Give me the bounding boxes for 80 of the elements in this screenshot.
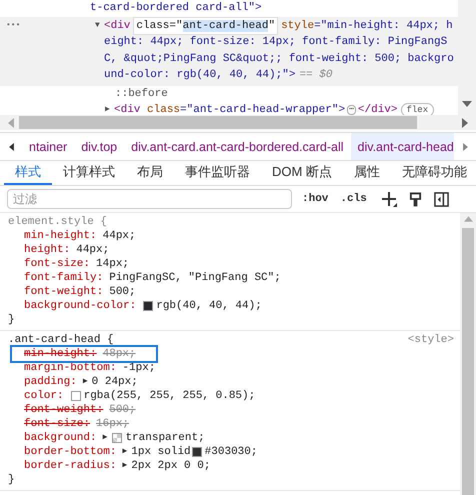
property-name: font-weight:	[24, 403, 104, 417]
property-name: font-size:	[24, 257, 90, 271]
property-value: 44px;	[76, 243, 110, 257]
tab[interactable]: DOM 断点	[261, 161, 343, 185]
property-name: min-height:	[24, 347, 97, 361]
property-name: margin-bottom:	[24, 361, 116, 375]
property-value: 500;	[109, 285, 136, 299]
property-value: 0 24px;	[92, 375, 138, 389]
property-name: background:	[24, 431, 97, 445]
property-name: min-height:	[24, 229, 97, 243]
css-selector: .ant-card-head {	[8, 333, 114, 347]
breadcrumb[interactable]: div.ant-card-head	[350, 133, 454, 160]
tab[interactable]: 事件监听器	[174, 161, 261, 185]
css-declaration[interactable]: background: ▶ transparent;	[8, 431, 454, 445]
expand-icon[interactable]: ▶	[122, 459, 128, 473]
selected-marker: == $0	[299, 68, 332, 83]
property-value: 44px;	[102, 229, 136, 243]
toggle-button[interactable]: .cls	[338, 193, 369, 205]
property-value: 2px 2px 0 0;	[131, 459, 210, 473]
css-declaration[interactable]: height: 44px;	[8, 243, 454, 257]
attribute-text: und-color: rgb(40, 40, 44);">	[104, 68, 296, 83]
css-declaration[interactable]: background-color: rgb(40, 40, 44);	[8, 299, 454, 313]
property-value: PingFangSC, "PingFang SC";	[109, 271, 281, 285]
attribute-text: style="min-height: 44px; h	[281, 18, 453, 34]
tab[interactable]: 布局	[126, 161, 174, 185]
property-value: 1px solid	[131, 445, 191, 459]
pseudo-element[interactable]: ::before	[115, 86, 168, 102]
code-line[interactable]: <div class="ant-card-head-wrapper">	[114, 102, 346, 115]
closing-brace: }	[8, 313, 16, 327]
css-declaration[interactable]: font-size: 16px;	[8, 417, 454, 431]
attribute-text: C, &quot;PingFang SC&quot;; font-weight: 500; backgro	[104, 52, 454, 66]
tab[interactable]: 样式	[4, 161, 52, 185]
css-declaration[interactable]: font-size: 14px;	[8, 257, 454, 271]
property-name: border-radius:	[24, 459, 116, 473]
property-value: 48px;	[102, 347, 136, 361]
property-value: rgb(40, 40, 44);	[156, 299, 262, 313]
property-name: font-weight:	[24, 285, 104, 299]
property-value: 500;	[109, 403, 136, 417]
expand-icon[interactable]: ▶	[105, 102, 114, 115]
css-declaration[interactable]: min-height: 44px;	[8, 229, 454, 243]
tab[interactable]: 计算样式	[52, 161, 126, 185]
css-declaration[interactable]: color: rgba(255, 255, 255, 0.85);	[8, 389, 454, 403]
closing-tag: </div>	[358, 102, 398, 115]
attribute-editor[interactable]: class="ant-card-head"	[133, 16, 278, 35]
tab[interactable]: 无障碍功能	[390, 161, 476, 185]
css-declaration[interactable]: min-height: 48px;	[12, 347, 156, 361]
property-name: height:	[24, 243, 70, 257]
toggle-button[interactable]: :hov	[300, 193, 330, 205]
closing-brace: }	[8, 473, 16, 487]
property-name: padding:	[24, 375, 77, 389]
property-value: #303030;	[204, 445, 258, 459]
property-value: 16px;	[96, 417, 130, 431]
css-declaration[interactable]: font-family: PingFangSC, "PingFang SC";	[8, 271, 454, 285]
property-name: border-bottom:	[24, 445, 116, 459]
expand-icon[interactable]: ▶	[122, 445, 128, 459]
tab[interactable]: 属性	[342, 161, 391, 185]
property-value: -1px;	[122, 361, 156, 375]
css-declaration[interactable]: border-bottom: ▶ 1px solid #303030;	[8, 445, 454, 459]
property-name: color:	[24, 389, 64, 403]
property-name: font-family:	[24, 271, 104, 285]
expand-icon[interactable]: ▼	[95, 18, 104, 34]
css-declaration[interactable]: font-weight: 500;	[8, 403, 454, 417]
css-declaration[interactable]: border-radius: ▶ 2px 2px 0 0;	[8, 459, 454, 473]
property-value: transparent;	[125, 431, 205, 445]
css-declaration[interactable]: padding: ▶ 0 24px;	[8, 375, 454, 389]
css-declaration[interactable]: margin-bottom: -1px;	[8, 361, 454, 375]
property-value: rgba(255, 255, 255, 0.85);	[84, 389, 256, 403]
tag-name: <div	[104, 18, 130, 34]
css-selector: element.style {	[8, 215, 108, 229]
property-name: background-color:	[24, 299, 136, 313]
expand-icon[interactable]: ▶	[82, 375, 88, 389]
more-icon[interactable]: •••	[0, 18, 95, 34]
property-value: 14px;	[96, 257, 130, 271]
source-link[interactable]: <style>	[408, 333, 454, 347]
property-name: font-size:	[24, 417, 90, 431]
expand-icon[interactable]: ▶	[102, 431, 108, 445]
attribute-text: eight: 44px; font-size: 14px; font-family: PingFangS	[104, 35, 448, 50]
filter-field[interactable]: 过滤	[7, 189, 292, 209]
code-line: t-card-bordered card-all">	[90, 1, 262, 16]
css-declaration[interactable]: font-weight: 500;	[8, 285, 454, 299]
